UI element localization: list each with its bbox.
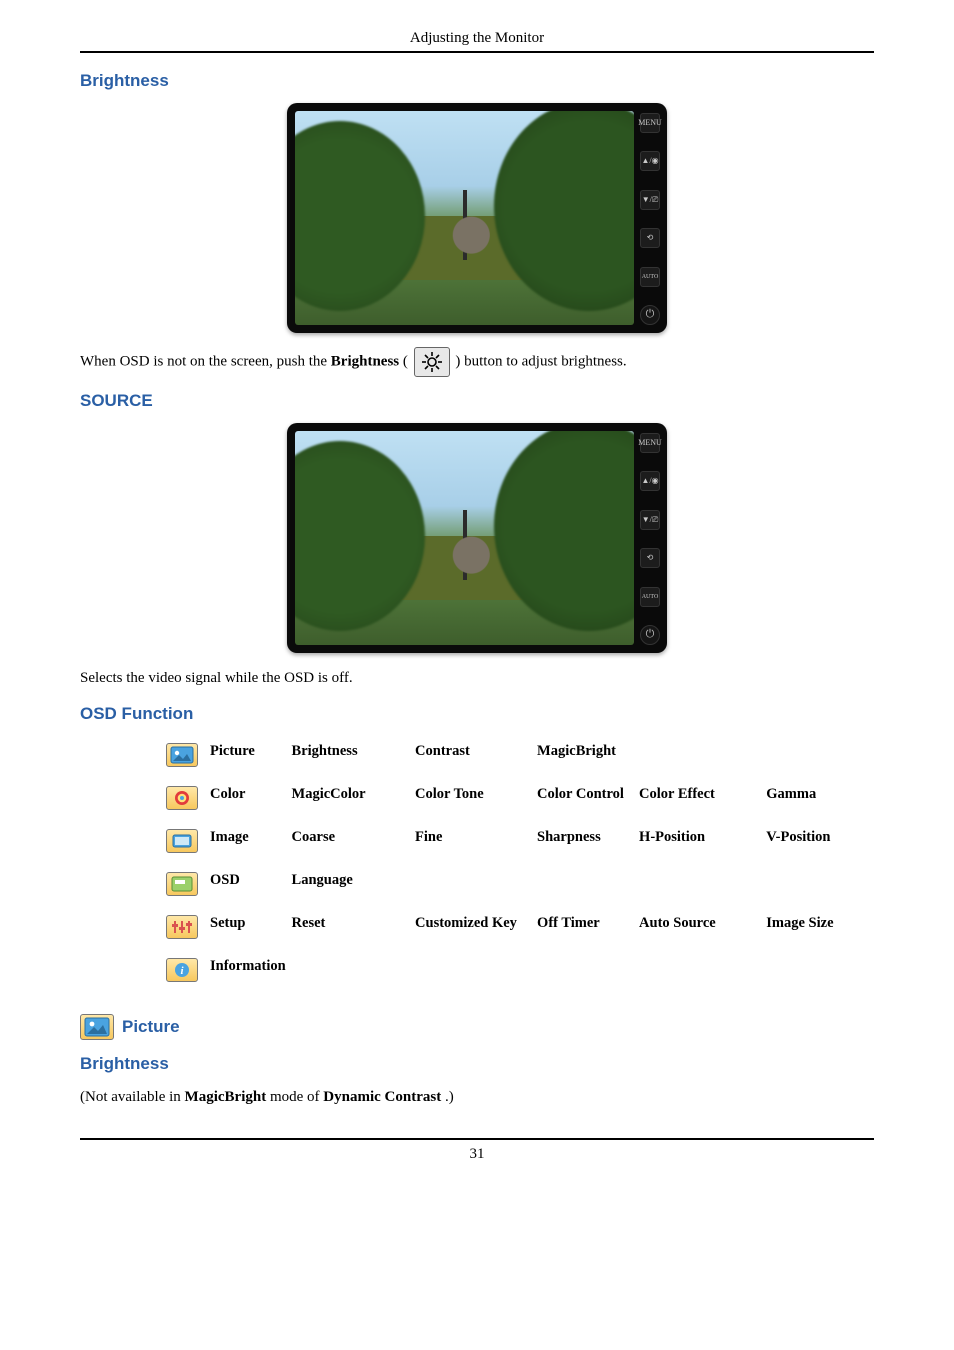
osd-label: Setup (204, 908, 286, 951)
monitor-illustration-brightness: MENU ▲/◉ ▼/⎚ ⟲ AUTO ⏻ (287, 103, 667, 333)
monitor-btn-up: ▲/◉ (640, 151, 660, 171)
heading-picture: Picture (80, 1014, 874, 1040)
heading-brightness-bottom: Brightness (80, 1054, 874, 1074)
osd-cell: Language (286, 865, 410, 908)
brightness-instruction: When OSD is not on the screen, push the … (80, 347, 874, 377)
page-number: 31 (80, 1146, 874, 1163)
osd-cell: Auto Source (633, 908, 760, 951)
note-b2: Dynamic Contrast (323, 1089, 441, 1105)
osd-cell: Brightness (286, 736, 410, 779)
note-part2: mode of (270, 1089, 323, 1105)
picture-icon (80, 1014, 114, 1040)
osd-cell: Color Tone (409, 779, 531, 822)
monitor-screen (295, 431, 634, 645)
osd-label: Color (204, 779, 286, 822)
osd-cell: MagicColor (286, 779, 410, 822)
information-icon: i (166, 958, 198, 982)
picture-icon (166, 743, 198, 767)
heading-source: SOURCE (80, 391, 874, 411)
osd-cell: Contrast (409, 736, 531, 779)
monitor-btn-power: ⏻ (640, 305, 660, 325)
osd-label: Picture (204, 736, 286, 779)
brightness-note: (Not available in MagicBright mode of Dy… (80, 1086, 874, 1109)
osd-cell: Reset (286, 908, 410, 951)
heading-picture-text: Picture (122, 1017, 180, 1037)
osd-cell: Fine (409, 822, 531, 865)
monitor-btn-auto: AUTO (640, 267, 660, 287)
header-rule (80, 51, 874, 53)
text-brightness-bold: Brightness (331, 353, 399, 369)
note-part1: (Not available in (80, 1089, 185, 1105)
image-icon (166, 829, 198, 853)
monitor-btn-power: ⏻ (640, 625, 660, 645)
osd-row-color: Color MagicColor Color Tone Color Contro… (160, 779, 874, 822)
osd-row-information: i Information (160, 951, 874, 994)
osd-cell (760, 736, 874, 779)
monitor-btn-down: ▼/⎚ (640, 510, 660, 530)
note-b1: MagicBright (185, 1089, 267, 1105)
osd-cell: Color Effect (633, 779, 760, 822)
monitor-btn-menu: MENU (640, 113, 660, 133)
osd-row-osd: OSD Language (160, 865, 874, 908)
heading-brightness: Brightness (80, 71, 874, 91)
monitor-btn-up: ▲/◉ (640, 471, 660, 491)
color-icon (166, 786, 198, 810)
note-part3: .) (445, 1089, 454, 1105)
osd-label: Information (204, 951, 874, 994)
monitor-btn-menu: MENU (640, 433, 660, 453)
osd-function-table: Picture Brightness Contrast MagicBright … (160, 736, 874, 994)
monitor-illustration-source: MENU ▲/◉ ▼/⎚ ⟲ AUTO ⏻ (287, 423, 667, 653)
running-header: Adjusting the Monitor (80, 30, 874, 47)
osd-cell: Customized Key (409, 908, 531, 951)
source-instruction: Selects the video signal while the OSD i… (80, 667, 874, 690)
heading-osd-function: OSD Function (80, 704, 874, 724)
osd-cell: Sharpness (531, 822, 633, 865)
osd-cell: V-Position (760, 822, 874, 865)
footer-rule (80, 1138, 874, 1140)
osd-cell: Off Timer (531, 908, 633, 951)
osd-label: Image (204, 822, 286, 865)
setup-icon (166, 915, 198, 939)
osd-row-image: Image Coarse Fine Sharpness H-Position V… (160, 822, 874, 865)
osd-row-setup: Setup Reset Customized Key Off Timer Aut… (160, 908, 874, 951)
text-part3: ) button to adjust brightness. (455, 353, 626, 369)
osd-cell: Color Control (531, 779, 633, 822)
text-part1: When OSD is not on the screen, push the (80, 353, 331, 369)
monitor-screen (295, 111, 634, 325)
monitor-side-buttons: MENU ▲/◉ ▼/⎚ ⟲ AUTO ⏻ (634, 111, 660, 325)
osd-cell (633, 736, 760, 779)
osd-cell: H-Position (633, 822, 760, 865)
osd-cell: Image Size (760, 908, 874, 951)
brightness-icon (414, 347, 450, 377)
monitor-btn-auto: AUTO (640, 587, 660, 607)
osd-cell: MagicBright (531, 736, 633, 779)
monitor-btn-enter: ⟲ (640, 548, 660, 568)
osd-cell: Coarse (286, 822, 410, 865)
osd-label: OSD (204, 865, 286, 908)
monitor-btn-down: ▼/⎚ (640, 190, 660, 210)
osd-icon (166, 872, 198, 896)
monitor-btn-enter: ⟲ (640, 228, 660, 248)
osd-cell: Gamma (760, 779, 874, 822)
text-part2: ( (403, 353, 408, 369)
monitor-side-buttons: MENU ▲/◉ ▼/⎚ ⟲ AUTO ⏻ (634, 431, 660, 645)
osd-row-picture: Picture Brightness Contrast MagicBright (160, 736, 874, 779)
